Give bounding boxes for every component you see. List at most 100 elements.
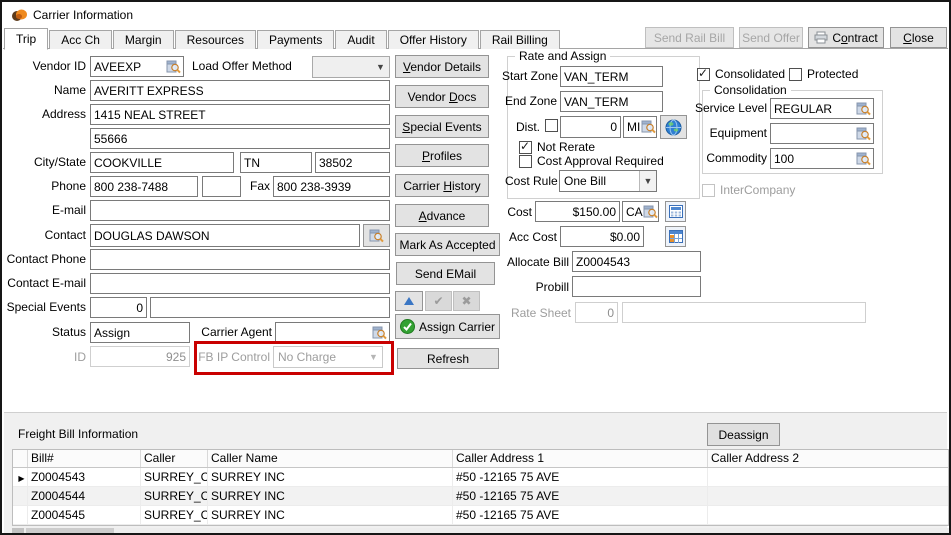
tab-rail-billing[interactable]: Rail Billing [480, 30, 560, 49]
send-email-button[interactable]: Send EMail [396, 262, 495, 285]
tab-audit[interactable]: Audit [335, 30, 386, 49]
address2-field[interactable] [90, 128, 390, 149]
globe-button[interactable] [660, 115, 687, 139]
special-events-button[interactable]: Special Events [395, 115, 489, 138]
email-field[interactable] [90, 200, 390, 221]
not-rerate-checkbox[interactable] [519, 141, 532, 154]
cell-bill: Z0004544 [28, 487, 141, 505]
row-selector-header [13, 450, 28, 467]
chevron-down-icon[interactable]: ▼ [639, 171, 656, 191]
cost-label: Cost [482, 205, 532, 219]
special-events-field[interactable] [150, 297, 390, 318]
scrollbar-thumb[interactable] [26, 528, 114, 535]
service-level-field[interactable]: REGULAR [770, 98, 874, 119]
column-header-bill[interactable]: Bill# [28, 450, 141, 467]
vendor-details-button[interactable]: Vendor Details [395, 55, 489, 78]
contact-email-field[interactable] [90, 273, 390, 294]
cancel-button: ✖ [453, 291, 480, 311]
intercompany-label: InterCompany [720, 183, 810, 197]
column-header-caller-name[interactable]: Caller Name [208, 450, 453, 467]
lookup-icon[interactable] [641, 120, 656, 134]
tab-trip[interactable]: Trip [4, 28, 48, 50]
move-up-button[interactable] [395, 291, 423, 311]
lookup-icon[interactable] [166, 60, 181, 74]
rate-calculator-button[interactable] [665, 201, 686, 222]
column-header-caller[interactable]: Caller [141, 450, 208, 467]
carrier-agent-field[interactable] [275, 322, 390, 343]
cost-field[interactable] [535, 201, 620, 222]
probill-field[interactable] [572, 276, 701, 297]
close-button[interactable]: Close [890, 27, 947, 48]
lookup-icon[interactable] [856, 102, 871, 116]
lookup-icon[interactable] [856, 152, 871, 166]
tab-payments[interactable]: Payments [257, 30, 334, 49]
acc-cost-detail-button[interactable] [665, 226, 686, 247]
chevron-down-icon: ▼ [365, 347, 382, 367]
city-field[interactable] [90, 152, 234, 173]
tab-margin[interactable]: Margin [113, 30, 174, 49]
cell-caller: SURREY_CU [141, 487, 208, 505]
column-header-caller-address-2[interactable]: Caller Address 2 [708, 450, 948, 467]
advance-button[interactable]: Advance [395, 204, 489, 227]
contact-field[interactable] [90, 224, 360, 247]
lookup-icon[interactable] [643, 205, 658, 219]
phone-field[interactable] [90, 176, 198, 197]
name-field[interactable] [90, 80, 390, 101]
horizontal-scrollbar[interactable] [12, 528, 949, 535]
mark-as-accepted-button[interactable]: Mark As Accepted [395, 233, 500, 256]
table-row[interactable]: Z0004545 SURREY_CU SURREY INC #50 -12165… [13, 506, 948, 525]
vendor-id-field[interactable]: AVEEXP [90, 56, 184, 77]
commodity-label: Commodity [692, 151, 767, 165]
end-zone-field[interactable] [560, 91, 663, 112]
equipment-field[interactable] [770, 123, 874, 144]
contact-label: Contact [2, 228, 86, 242]
commodity-field[interactable]: 100 [770, 148, 874, 169]
special-events-count-field[interactable] [90, 297, 147, 318]
refresh-button[interactable]: Refresh [397, 348, 499, 369]
contact-phone-field[interactable] [90, 249, 390, 270]
cost-approval-checkbox[interactable] [519, 155, 532, 168]
tab-acc-ch[interactable]: Acc Ch [49, 30, 112, 49]
printer-icon [814, 31, 828, 44]
status-field[interactable] [90, 322, 190, 343]
address-field[interactable] [90, 104, 390, 125]
table-row[interactable]: ▶ Z0004543 SURREY_CU SURREY INC #50 -121… [13, 468, 948, 487]
table-icon [669, 230, 683, 243]
rate-and-assign-title: Rate and Assign [515, 49, 610, 63]
freight-bill-title: Freight Bill Information [18, 427, 218, 441]
carrier-agent-label: Carrier Agent [200, 325, 272, 339]
scroll-left-button[interactable] [12, 528, 24, 535]
acc-cost-field[interactable] [560, 226, 644, 247]
phone-ext-field[interactable] [202, 176, 241, 197]
carrier-history-label: Carrier History [403, 179, 480, 193]
cost-currency-field[interactable]: CAD [622, 201, 659, 222]
tab-resources[interactable]: Resources [175, 30, 256, 49]
lookup-icon[interactable] [856, 127, 871, 141]
dist-field[interactable] [560, 116, 621, 138]
protected-checkbox[interactable] [789, 68, 802, 81]
column-header-caller-address-1[interactable]: Caller Address 1 [453, 450, 708, 467]
tab-offer-history[interactable]: Offer History [388, 30, 479, 49]
allocate-bill-field[interactable] [572, 251, 701, 272]
vendor-docs-button[interactable]: Vendor Docs [395, 85, 489, 108]
zip-field[interactable] [315, 152, 390, 173]
deassign-button[interactable]: Deassign [707, 423, 780, 446]
profiles-button[interactable]: Profiles [395, 144, 489, 167]
rate-sheet-number-field [575, 302, 618, 323]
dist-checkbox[interactable] [545, 119, 558, 132]
cell-caller-name: SURREY INC [208, 506, 453, 524]
consolidated-checkbox[interactable] [697, 68, 710, 81]
dist-unit-field[interactable]: MI [623, 116, 657, 138]
fax-field[interactable] [273, 176, 390, 197]
cost-rule-select[interactable]: One Bill ▼ [559, 170, 657, 192]
contract-button[interactable]: Contract [808, 27, 884, 48]
lookup-icon[interactable] [372, 326, 387, 340]
id-label: ID [2, 350, 86, 364]
start-zone-field[interactable] [560, 66, 663, 87]
carrier-history-button[interactable]: Carrier History [395, 174, 489, 197]
contact-lookup-button[interactable] [363, 224, 390, 247]
fax-label: Fax [245, 179, 270, 193]
state-field[interactable] [240, 152, 312, 173]
assign-carrier-button[interactable]: Assign Carrier [395, 314, 500, 339]
table-row[interactable]: Z0004544 SURREY_CU SURREY INC #50 -12165… [13, 487, 948, 506]
